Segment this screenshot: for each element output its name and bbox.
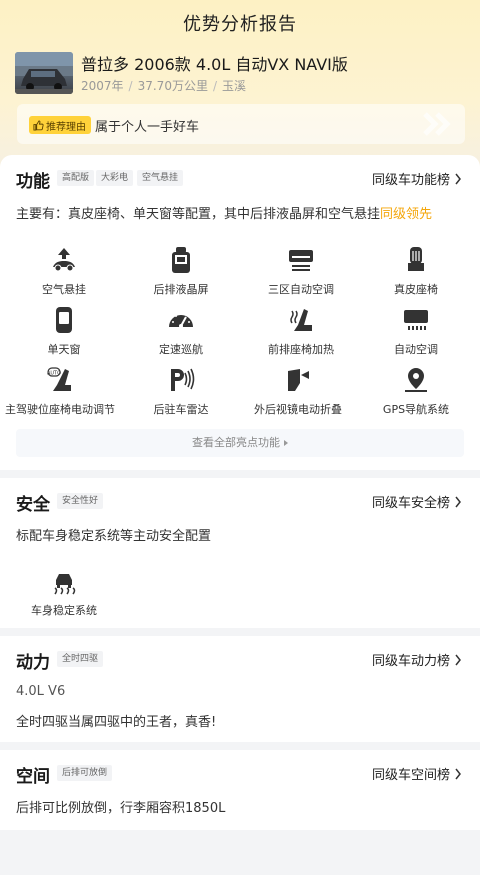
auto-ac-icon [404,310,428,330]
feature-item-parking-radar[interactable]: 后驻车雷达 [121,365,241,417]
feature-label: 外后视镜电动折叠 [254,403,342,416]
features-desc-highlight: 同级领先 [380,207,433,222]
safety-title: 安全 [16,495,50,515]
feature-item-mirror-fold[interactable]: 外后视镜电动折叠 [238,365,358,417]
recommend-reason-tag: 推荐理由 [29,116,91,134]
feature-label: 前排座椅加热 [268,343,334,356]
parking-radar-icon [171,368,195,391]
feature-item-sunroof[interactable]: 单天窗 [4,305,124,357]
feature-item-stability-control[interactable]: 车身稳定系统 [4,566,124,618]
space-tag: 后排可放倒 [57,765,113,781]
features-desc-text: 主要有：真皮座椅、单天窗等配置，其中后排液晶屏和空气悬挂 [16,207,381,222]
features-rank-link[interactable]: 同级车功能榜 [372,169,462,188]
features-title: 功能 [16,172,50,192]
chevron-right-icon [455,654,461,665]
features-rank-link-label: 同级车功能榜 [371,173,450,188]
space-rank-link[interactable]: 同级车空间榜 [372,764,462,783]
feature-item-air-suspension[interactable]: 空气悬挂 [4,245,124,297]
feature-label: 定速巡航 [159,343,203,356]
feature-item-seat-heating[interactable]: 前排座椅加热 [241,305,361,357]
car-title: 普拉多 2006款 4.0L 自动VX NAVI版 [81,55,348,74]
space-description: 后排可比例放倒，行李厢容积1850L [16,801,226,816]
leather-seat-icon [408,247,424,271]
seat-heating-icon [290,309,312,331]
report-header: 优势分析报告 普拉多 2006款 4.0L 自动VX NAVI版 2007年 / 3… [0,0,480,170]
feature-label: GPS导航系统 [382,403,450,416]
feature-label: 真皮座椅 [394,283,438,296]
recommend-reason-text: 属于个人一手好车 [95,120,200,135]
safety-description: 标配车身稳定系统等主动安全配置 [16,529,212,544]
view-all-features-label: 查看全部亮点功能 [192,436,280,449]
power-rank-link-label: 同级车动力榜 [371,654,450,669]
feature-item-tri-zone-ac[interactable]: 三区自动空调 [241,245,361,297]
feature-item-power-seat[interactable]: AUTO 主驾驶位座椅电动调节 [0,365,120,417]
air-suspension-icon [53,248,75,272]
car-photo-icon [15,52,73,94]
power-title: 动力 [16,653,50,673]
car-thumbnail[interactable] [15,52,73,94]
stability-control-icon [54,574,76,595]
recommend-reason-bar: 推荐理由 属于个人一手好车 [17,104,465,144]
features-section: 功能 高配版 大彩电 空气悬挂 同级车功能榜 主要有：真皮座椅、单天窗等配置，其… [0,155,480,470]
safety-section: 安全 安全性好 同级车安全榜 标配车身稳定系统等主动安全配置 车身稳定系统 [0,478,480,628]
meta-separator: / [212,79,217,93]
feature-label: 三区自动空调 [268,283,334,296]
thumbs-up-icon [33,119,44,131]
view-all-features-button[interactable]: 查看全部亮点功能 [16,429,464,457]
recommend-reason-tag-label: 推荐理由 [46,121,86,133]
feature-item-gps-nav[interactable]: GPS导航系统 [356,365,476,417]
features-description: 主要有：真皮座椅、单天窗等配置，其中后排液晶屏和空气悬挂同级领先 [16,203,432,222]
page-title: 优势分析报告 [183,14,297,35]
chevron-right-icon [455,496,461,507]
feature-label: 车身稳定系统 [31,604,97,617]
tri-zone-ac-icon [289,250,313,271]
rear-screen-icon [172,247,190,273]
features-tag: 空气悬挂 [137,170,184,186]
power-section: 动力 全时四驱 同级车动力榜 4.0L V6 全时四驱当属四驱中的王者，真香! [0,636,480,742]
triangle-right-icon [284,440,288,446]
decorative-chevrons-icon [423,112,451,136]
power-rank-link[interactable]: 同级车动力榜 [372,650,462,669]
car-meta: 2007年 / 37.70万公里 / 玉溪 [81,77,246,94]
feature-label: 后驻车雷达 [153,403,209,416]
feature-item-leather-seat[interactable]: 真皮座椅 [356,245,476,297]
safety-tag: 安全性好 [57,493,104,509]
feature-label: 后排液晶屏 [153,283,209,296]
power-engine: 4.0L V6 [16,684,66,699]
space-rank-link-label: 同级车空间榜 [371,768,450,783]
meta-separator: / [128,79,133,93]
cruise-control-icon [169,313,193,328]
car-mileage: 37.70万公里 [137,79,208,93]
space-section: 空间 后排可放倒 同级车空间榜 后排可比例放倒，行李厢容积1850L [0,750,480,830]
chevron-right-icon [455,768,461,779]
power-tag: 全时四驱 [57,651,104,667]
feature-label: 空气悬挂 [42,283,86,296]
feature-item-rear-screen[interactable]: 后排液晶屏 [121,245,241,297]
features-tag: 高配版 [57,170,95,186]
safety-rank-link-label: 同级车安全榜 [371,496,450,511]
feature-item-auto-ac[interactable]: 自动空调 [356,305,476,357]
sunroof-icon [56,307,72,333]
svg-text:AUTO: AUTO [47,371,61,377]
mirror-fold-icon [288,369,309,391]
car-city: 玉溪 [222,79,247,93]
feature-label: 自动空调 [394,343,438,356]
power-seat-icon: AUTO [47,367,71,391]
feature-label: 单天窗 [47,343,81,356]
safety-rank-link[interactable]: 同级车安全榜 [372,492,462,511]
gps-nav-icon [405,368,427,392]
space-title: 空间 [16,767,50,787]
feature-item-cruise-control[interactable]: 定速巡航 [121,305,241,357]
feature-label: 主驾驶位座椅电动调节 [5,403,115,416]
features-tag: 大彩电 [96,170,134,186]
chevron-right-icon [455,173,461,184]
power-description: 全时四驱当属四驱中的王者，真香! [16,715,217,730]
car-year: 2007年 [81,79,124,93]
